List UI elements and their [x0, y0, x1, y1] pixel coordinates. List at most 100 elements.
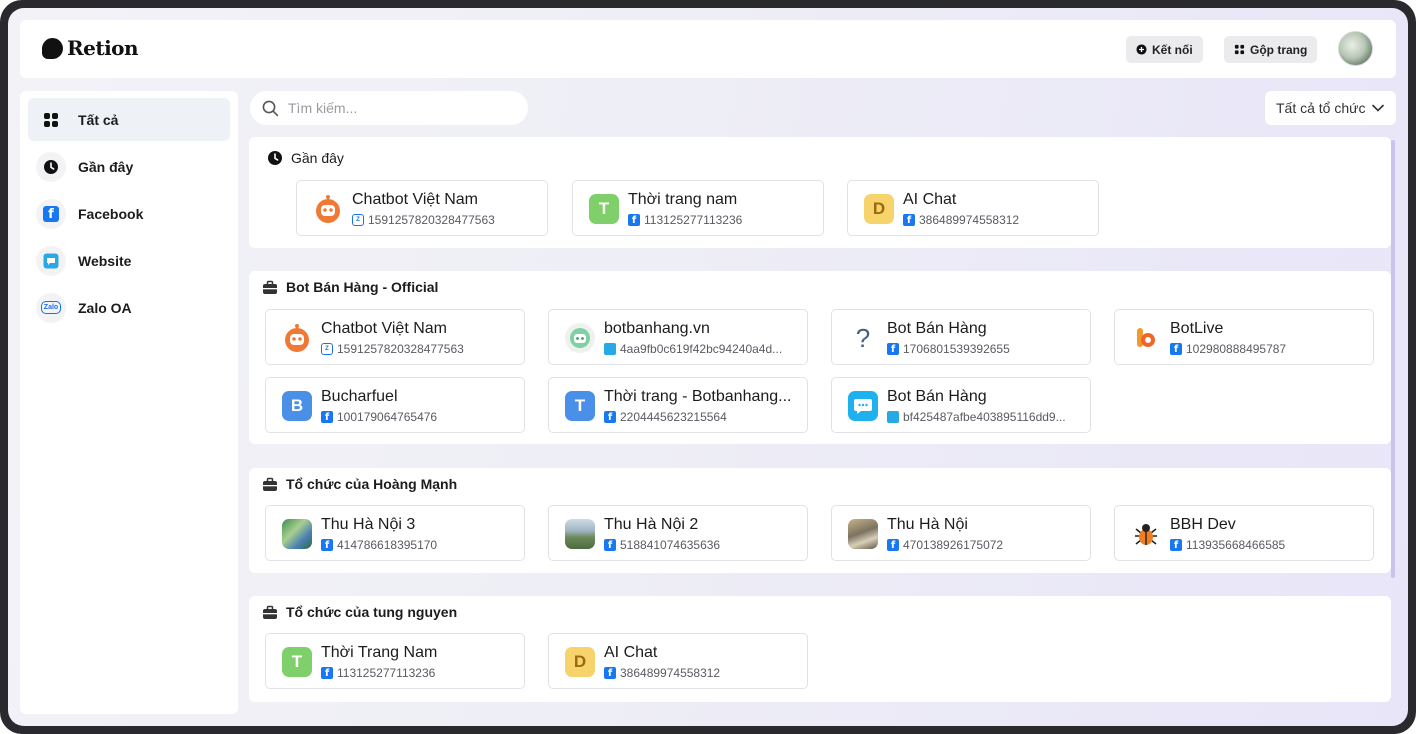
page-id: 1591257820328477563	[368, 213, 495, 227]
logo[interactable]: Retion	[42, 36, 139, 60]
facebook-icon: f	[1170, 539, 1182, 551]
page-name: Thời trang nam	[628, 191, 738, 208]
page-id: 1706801539392655	[903, 342, 1010, 356]
page-card[interactable]: BBH Dev f 113935668466585	[1114, 505, 1374, 561]
sidebar-item-website[interactable]: Website	[28, 239, 230, 282]
page-name: Bot Bán Hàng	[887, 388, 987, 405]
app-frame: Retion Kết nối Gộp trang Tất cả Gần đây	[8, 8, 1408, 726]
page-id-row: f 113125277113236	[628, 213, 823, 227]
page-id-row: f 414786618395170	[321, 538, 516, 552]
robot-icon	[313, 194, 343, 224]
section-title-text: Tổ chức của tung nguyen	[286, 604, 458, 620]
page-id-row: bf425487afbe403895116dd9...	[887, 410, 1082, 424]
section-title: Tổ chức của tung nguyen	[262, 604, 457, 620]
facebook-icon: f	[604, 667, 616, 679]
merge-page-button[interactable]: Gộp trang	[1224, 36, 1318, 63]
page-name: Thu Hà Nội	[887, 516, 968, 533]
page-id: 386489974558312	[620, 666, 721, 680]
page-card[interactable]: ? Bot Bán Hàng f 1706801539392655	[831, 309, 1091, 365]
zalo-icon: Z	[321, 343, 333, 355]
search-icon	[262, 100, 279, 116]
page-card[interactable]: T Thời Trang Nam f 113125277113236	[265, 633, 525, 689]
page-id: 1591257820328477563	[337, 342, 464, 356]
search-input[interactable]	[288, 100, 508, 116]
letter-avatar: T	[589, 194, 619, 224]
street-photo-icon	[848, 519, 878, 549]
sidebar-item-zalo[interactable]: Zalo Zalo OA	[28, 286, 230, 329]
facebook-icon: f	[321, 667, 333, 679]
page-id: 113125277113236	[644, 213, 743, 227]
page-name: Bucharfuel	[321, 388, 398, 405]
page-id: 518841074635636	[620, 538, 721, 552]
connect-button[interactable]: Kết nối	[1126, 36, 1203, 63]
page-card[interactable]: D AI Chat f 386489974558312	[548, 633, 808, 689]
section-title: Bot Bán Hàng - Official	[262, 279, 438, 295]
page-id: 113125277113236	[337, 666, 436, 680]
page-card[interactable]: Thu Hà Nội f 470138926175072	[831, 505, 1091, 561]
facebook-icon: f	[887, 343, 899, 355]
zalo-icon: Z	[352, 214, 364, 226]
page-card[interactable]: T Thời trang - Botbanhang... f 2204445623…	[548, 377, 808, 433]
top-header: Retion Kết nối Gộp trang	[20, 20, 1396, 78]
section-org-official: Bot Bán Hàng - Official Chatbot Việt Nam…	[249, 271, 1391, 444]
page-card[interactable]: Bot Bán Hàng bf425487afbe403895116dd9...	[831, 377, 1091, 433]
zalo-icon: Zalo	[36, 292, 66, 323]
page-id: 100179064765476	[337, 410, 438, 424]
page-card[interactable]: Chatbot Việt Nam Z 1591257820328477563	[265, 309, 525, 365]
organization-select[interactable]: Tất cả tổ chức	[1265, 91, 1396, 125]
sidebar-item-label: Zalo OA	[78, 299, 132, 316]
page-id: 102980888495787	[1186, 342, 1287, 356]
letter-avatar: B	[282, 391, 312, 421]
page-card[interactable]: T Thời trang nam f 113125277113236	[572, 180, 824, 236]
connect-label: Kết nối	[1152, 42, 1193, 57]
sidebar-item-recent[interactable]: Gần đây	[28, 145, 230, 188]
page-id: 4aa9fb0c619f42bc94240a4d...	[620, 342, 783, 356]
page-id-row: f 1706801539392655	[887, 342, 1082, 356]
clock-icon	[268, 151, 282, 165]
page-id-row: f 113935668466585	[1170, 538, 1365, 552]
page-card[interactable]: botbanhang.vn 4aa9fb0c619f42bc94240a4d..…	[548, 309, 808, 365]
section-title-text: Bot Bán Hàng - Official	[286, 279, 439, 295]
facebook-icon: f	[628, 214, 640, 226]
search-box[interactable]	[250, 91, 528, 125]
question-icon: ?	[855, 323, 871, 353]
briefcase-icon	[263, 605, 277, 619]
content-scrollbar[interactable]	[1391, 140, 1395, 578]
page-id: 113935668466585	[1186, 538, 1286, 552]
page-card[interactable]: Thu Hà Nội 2 f 518841074635636	[548, 505, 808, 561]
section-title: Tổ chức của Hoàng Mạnh	[262, 476, 457, 492]
briefcase-icon	[263, 477, 277, 491]
page-id-row: f 102980888495787	[1170, 342, 1365, 356]
page-card[interactable]: BotLive f 102980888495787	[1114, 309, 1374, 365]
sidebar-item-all[interactable]: Tất cả	[28, 98, 230, 141]
page-id-row: Z 1591257820328477563	[352, 213, 547, 227]
bug-icon	[1131, 519, 1161, 549]
website-chat-icon	[887, 411, 899, 423]
sidebar-item-label: Facebook	[78, 205, 144, 222]
page-name: Bot Bán Hàng	[887, 320, 987, 337]
page-id-row: f 386489974558312	[903, 213, 1098, 227]
chat-bubble-icon	[848, 391, 878, 421]
website-chat-icon	[36, 245, 66, 276]
section-title-text: Gần đây	[291, 150, 344, 166]
page-card[interactable]: B Bucharfuel f 100179064765476	[265, 377, 525, 433]
green-robot-icon	[565, 323, 595, 353]
facebook-icon: f	[321, 539, 333, 551]
page-card[interactable]: D AI Chat f 386489974558312	[847, 180, 1099, 236]
robot-icon	[282, 323, 312, 353]
page-card[interactable]: Thu Hà Nội 3 f 414786618395170	[265, 505, 525, 561]
page-name: BotLive	[1170, 320, 1224, 337]
facebook-icon: f	[604, 539, 616, 551]
merge-grid-icon	[1234, 44, 1245, 55]
section-org-tung-nguyen: Tổ chức của tung nguyen T Thời Trang Nam…	[249, 596, 1391, 702]
page-id-row: f 2204445623215564	[604, 410, 799, 424]
page-id-row: f 386489974558312	[604, 666, 799, 680]
sidebar-item-facebook[interactable]: f Facebook	[28, 192, 230, 235]
landscape-photo-icon	[282, 519, 312, 549]
page-id-row: f 100179064765476	[321, 410, 516, 424]
page-card[interactable]: Chatbot Việt Nam Z 1591257820328477563	[296, 180, 548, 236]
page-name: AI Chat	[604, 644, 658, 661]
user-avatar[interactable]	[1338, 31, 1373, 66]
page-name: Thời Trang Nam	[321, 644, 438, 661]
retion-logo-icon	[42, 37, 63, 59]
